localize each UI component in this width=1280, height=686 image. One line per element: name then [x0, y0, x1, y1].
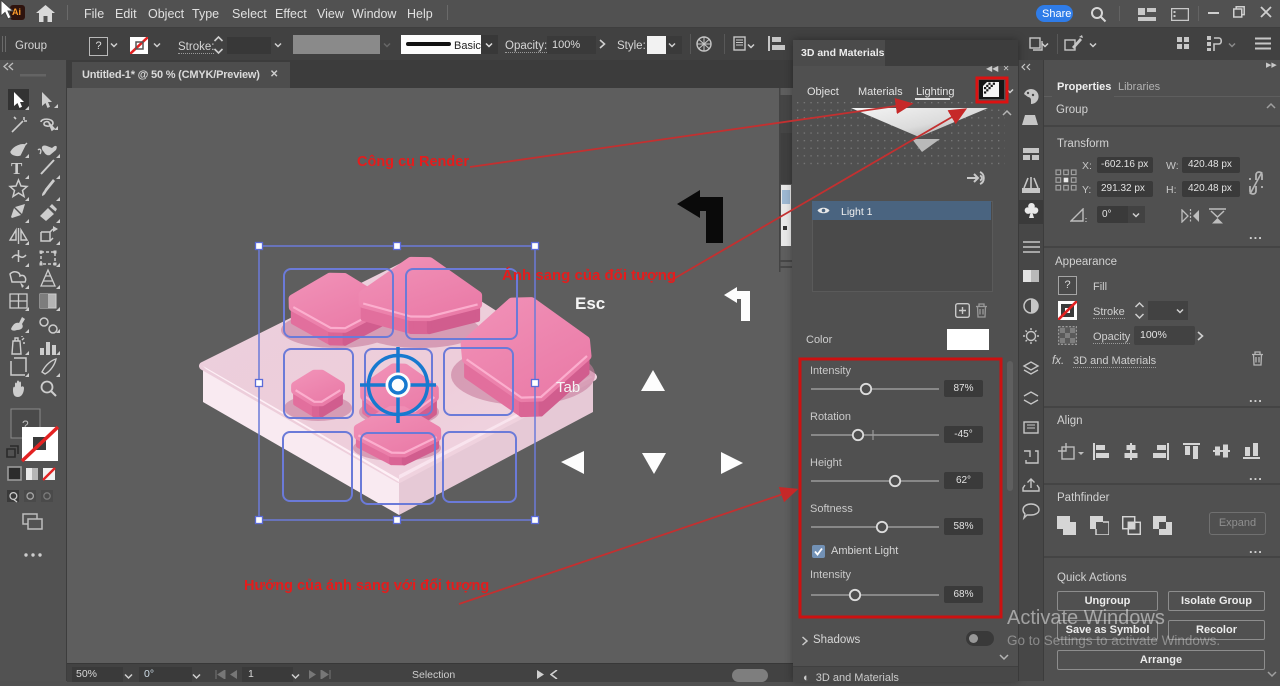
svg-text:Esc: Esc	[575, 294, 605, 313]
svg-text:T: T	[11, 159, 23, 178]
svg-text:Tab: Tab	[556, 379, 580, 396]
